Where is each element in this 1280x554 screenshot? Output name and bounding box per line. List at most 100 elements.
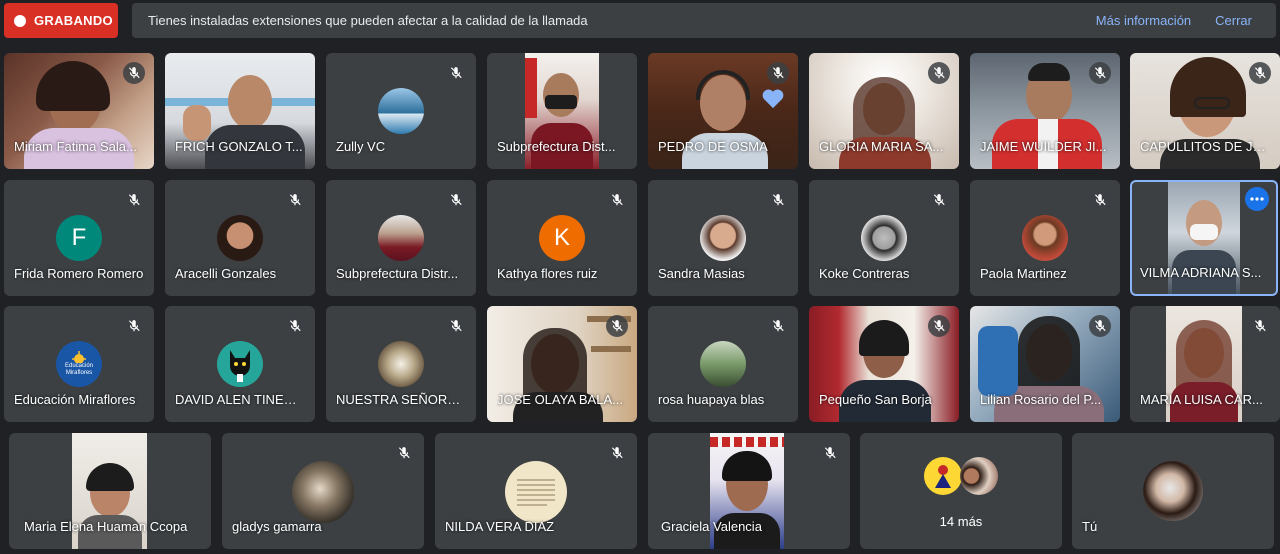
participant-avatar	[217, 341, 263, 387]
participant-avatar	[505, 461, 567, 523]
participant-name: GLORIA MARIA SA...	[819, 139, 944, 154]
participant-avatar	[292, 461, 354, 523]
sun-logo-icon	[72, 351, 86, 363]
participant-name: Aracelli Gonzales	[175, 266, 277, 281]
participant-name: Subprefectura Distr...	[336, 266, 459, 281]
self-avatar	[1143, 461, 1203, 521]
participant-name: DAVID ALEN TINEO ...	[175, 392, 305, 407]
avatar-initial: K	[553, 224, 570, 251]
participant-name: Pequeño San Borja	[819, 392, 932, 407]
participant-tile[interactable]: DAVID ALEN TINEO ...	[165, 306, 315, 422]
self-tile[interactable]: Tú	[1072, 433, 1274, 549]
close-notice-button[interactable]: Cerrar	[1215, 13, 1252, 28]
participant-name: rosa huapaya blas	[658, 392, 765, 407]
participant-avatar	[217, 215, 263, 261]
participant-tile[interactable]: NUESTRA SEÑORA ...	[326, 306, 476, 422]
participant-name: JAIME WUILDER JI...	[980, 139, 1107, 154]
participant-tile[interactable]: Paola Martinez	[970, 180, 1120, 296]
avatar-initial: F	[71, 224, 87, 251]
participant-tile[interactable]: Koke Contreras	[809, 180, 959, 296]
mic-muted-icon	[445, 62, 467, 84]
participant-name: MARIA LUISA CAR...	[1140, 392, 1263, 407]
participant-avatar	[378, 215, 424, 261]
participant-tile[interactable]: JOSE OLAYA BALA...	[487, 306, 637, 422]
participant-tile[interactable]: Subprefectura Dist...	[487, 53, 637, 169]
recording-indicator: GRABANDO	[4, 3, 118, 38]
participant-tile[interactable]: Sandra Masias	[648, 180, 798, 296]
participant-avatar	[861, 215, 907, 261]
participant-tile[interactable]: FRICH GONZALO T...	[165, 53, 315, 169]
participant-tile[interactable]: Educación Miraflores Educación Miraflore…	[4, 306, 154, 422]
participant-name: Kathya flores ruiz	[497, 266, 598, 281]
mic-muted-icon	[767, 62, 789, 84]
participant-tile[interactable]: CAPULLITOS DE JE...	[1130, 53, 1280, 169]
participant-tile[interactable]: Maria Elena Huaman Ccopa	[9, 433, 211, 549]
participant-avatar	[1022, 215, 1068, 261]
participant-tile[interactable]: Zully VC	[326, 53, 476, 169]
extensions-notice: Tienes instaladas extensiones que pueden…	[132, 3, 1276, 38]
participant-tile[interactable]: Lilian Rosario del P...	[970, 306, 1120, 422]
mic-muted-icon	[606, 315, 628, 337]
participant-name: PEDRO DE OSMA	[658, 139, 768, 154]
participant-tile[interactable]: rosa huapaya blas	[648, 306, 798, 422]
mic-muted-icon	[284, 315, 306, 337]
more-info-link[interactable]: Más información	[1096, 13, 1191, 28]
more-options-icon[interactable]	[1245, 187, 1269, 211]
top-bar: GRABANDO Tienes instaladas extensiones q…	[0, 0, 1280, 42]
mic-muted-icon	[928, 189, 950, 211]
mic-muted-icon	[606, 442, 628, 464]
logo-line-2: Miraflores	[65, 370, 93, 376]
participant-tile[interactable]: Graciela Valencia	[648, 433, 850, 549]
participant-tile[interactable]: gladys gamarra	[222, 433, 424, 549]
participant-tile-pinned[interactable]: VILMA ADRIANA S...	[1130, 180, 1278, 296]
participant-tile[interactable]: Subprefectura Distr...	[326, 180, 476, 296]
mic-muted-icon	[767, 189, 789, 211]
participant-tile[interactable]: NILDA VERA DIAZ	[435, 433, 637, 549]
mic-muted-icon	[1089, 315, 1111, 337]
participant-name: JOSE OLAYA BALA...	[497, 392, 623, 407]
self-name: Tú	[1082, 519, 1098, 534]
mic-muted-icon	[445, 315, 467, 337]
participant-tile[interactable]: Aracelli Gonzales	[165, 180, 315, 296]
mic-muted-icon	[928, 62, 950, 84]
participant-avatar	[700, 341, 746, 387]
participant-avatar: F	[56, 215, 102, 261]
recording-dot-icon	[14, 14, 26, 27]
participant-avatar	[960, 457, 998, 495]
participant-tile[interactable]: GLORIA MARIA SA...	[809, 53, 959, 169]
participant-tile[interactable]: Miriam Fatima Sala...	[4, 53, 154, 169]
mic-muted-icon	[767, 315, 789, 337]
more-participants-tile[interactable]: 14 más	[860, 433, 1062, 549]
participant-tile[interactable]: PEDRO DE OSMA	[648, 53, 798, 169]
participant-name: NILDA VERA DIAZ	[445, 519, 555, 534]
logo-line-1: Educación	[64, 363, 94, 369]
participant-avatar: K	[539, 215, 585, 261]
participant-name: CAPULLITOS DE JE...	[1140, 139, 1270, 154]
mic-muted-icon	[1089, 62, 1111, 84]
mic-muted-icon	[123, 315, 145, 337]
heart-reaction-icon	[762, 89, 784, 114]
mic-muted-icon	[1249, 315, 1271, 337]
participant-name: VILMA ADRIANA S...	[1140, 265, 1262, 280]
participant-tile[interactable]: Pequeño San Borja	[809, 306, 959, 422]
participant-tile[interactable]: MARIA LUISA CAR...	[1130, 306, 1280, 422]
cat-icon	[230, 350, 250, 382]
participant-name: Miriam Fatima Sala...	[14, 139, 137, 154]
saint-image-icon	[935, 465, 951, 488]
participant-tile[interactable]: F Frida Romero Romero	[4, 180, 154, 296]
participant-name: NUESTRA SEÑORA ...	[336, 392, 466, 407]
participant-name: Maria Elena Huaman Ccopa	[24, 519, 188, 534]
participant-tile[interactable]: K Kathya flores ruiz	[487, 180, 637, 296]
mic-muted-icon	[928, 315, 950, 337]
participant-name: Koke Contreras	[819, 266, 910, 281]
document-text-icon	[517, 479, 555, 506]
participant-tile[interactable]: JAIME WUILDER JI...	[970, 53, 1120, 169]
participant-name: FRICH GONZALO T...	[175, 139, 303, 154]
mic-muted-icon	[123, 62, 145, 84]
mic-muted-icon	[606, 189, 628, 211]
participant-name: gladys gamarra	[232, 519, 322, 534]
participant-name: Paola Martinez	[980, 266, 1067, 281]
participant-avatar	[378, 88, 424, 134]
participant-logo: Educación Miraflores	[56, 341, 102, 387]
participant-name: Sandra Masias	[658, 266, 745, 281]
